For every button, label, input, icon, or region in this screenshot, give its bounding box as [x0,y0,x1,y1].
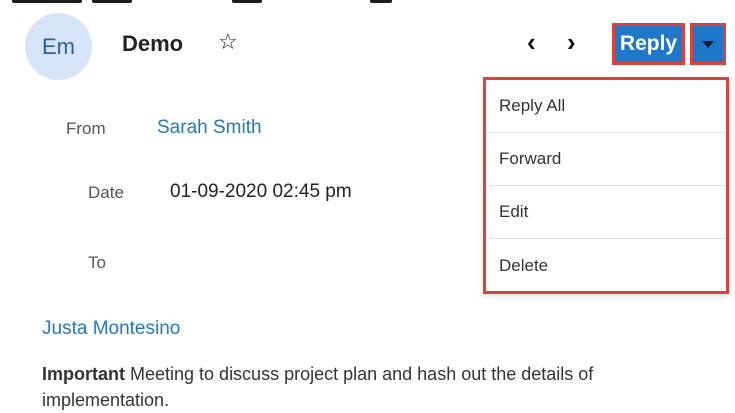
to-label: To [88,253,106,272]
previous-record-button[interactable]: ‹ [527,28,536,56]
chevron-left-icon: ‹ [527,27,536,57]
message-body: Important Meeting to discuss project pla… [42,361,692,413]
star-icon[interactable]: ☆ [218,29,238,55]
reply-button-label: Reply [619,32,678,55]
reply-dropdown-menu: Reply All Forward Edit Delete [483,77,729,294]
date-label: Date [88,183,124,202]
menu-item-edit[interactable]: Edit [486,186,726,239]
menu-item-delete[interactable]: Delete [486,239,726,292]
caret-down-icon [702,40,714,48]
next-record-button[interactable]: › [567,28,576,56]
message-emphasis: Important [42,364,125,384]
reply-options-toggle[interactable] [690,23,726,65]
reply-button[interactable]: Reply [612,23,685,65]
from-label: From [66,119,106,138]
chevron-right-icon: › [567,27,576,57]
avatar-initials: Em [42,33,75,59]
to-recipient-link[interactable]: Justa Montesino [42,318,180,340]
message-text: Meeting to discuss project plan and hash… [42,364,594,410]
date-value: 01-09-2020 02:45 pm [170,181,352,202]
page-title: Demo [122,31,184,56]
menu-item-reply-all[interactable]: Reply All [486,80,726,133]
from-value-link[interactable]: Sarah Smith [157,117,262,139]
menu-item-forward[interactable]: Forward [486,133,726,186]
avatar: Em [25,13,92,80]
